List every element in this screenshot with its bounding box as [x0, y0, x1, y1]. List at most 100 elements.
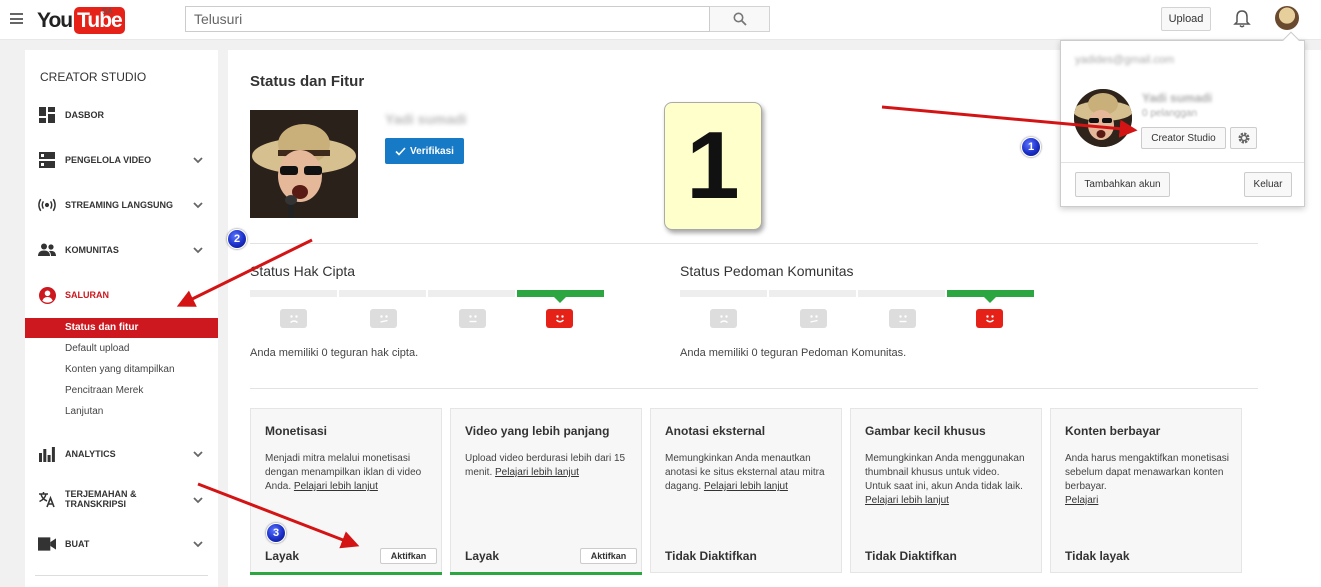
annotation-marker-1: 1: [1021, 137, 1041, 157]
verify-button[interactable]: Verifikasi: [385, 138, 464, 164]
sidebar-item-analytics[interactable]: ANALYTICS: [25, 443, 218, 465]
sidebar-item-dashboard[interactable]: DASBOR: [25, 104, 218, 126]
search-icon: [733, 12, 747, 26]
sidebar-item-label: STREAMING LANGSUNG: [65, 200, 173, 210]
sidebar-subitem-default-upload[interactable]: Default upload: [25, 339, 218, 359]
enable-button[interactable]: Aktifkan: [380, 548, 437, 564]
menu-icon[interactable]: [10, 13, 23, 24]
create-icon: [38, 536, 56, 552]
sidebar-subitem-advanced[interactable]: Lanjutan: [25, 402, 218, 422]
feature-card-custom-thumbnails: Gambar kecil khusus Memungkinkan Anda me…: [850, 408, 1042, 573]
section-divider: [250, 243, 1258, 244]
chevron-down-icon[interactable]: [192, 538, 204, 550]
sidebar-item-label: PENGELOLA VIDEO: [65, 155, 152, 165]
sidebar-item-translation[interactable]: TERJEMAHAN & TRANSKRIPSI: [25, 486, 218, 512]
search-button[interactable]: [710, 6, 770, 32]
feature-card-title: Video yang lebih panjang: [465, 424, 610, 438]
strike-segment: [250, 290, 337, 297]
neutral-face-icon: [459, 309, 486, 328]
channel-image[interactable]: [250, 110, 358, 218]
upload-button[interactable]: Upload: [1161, 7, 1211, 31]
enable-button[interactable]: Aktifkan: [580, 548, 637, 564]
good-standing-segment: [517, 290, 604, 297]
channel-name: Yadi sumadi: [385, 111, 467, 127]
sidebar-item-live-streaming[interactable]: STREAMING LANGSUNG: [25, 194, 218, 216]
learn-more-link[interactable]: Pelajari lebih lanjut: [865, 495, 949, 506]
channel-photo: [250, 110, 358, 218]
feature-card-paid-content: Konten berbayar Anda harus mengaktifkan …: [1050, 408, 1242, 573]
sidebar-subitem-featured-content[interactable]: Konten yang ditampilkan: [25, 360, 218, 380]
dashboard-icon: [38, 107, 56, 123]
add-account-button[interactable]: Tambahkan akun: [1075, 172, 1170, 197]
video-manager-icon: [38, 152, 56, 168]
sidebar-item-label: BUAT: [65, 539, 90, 549]
feature-card-title: Konten berbayar: [1065, 424, 1161, 438]
notifications-bell-icon[interactable]: [1233, 9, 1251, 32]
happy-face-icon: [546, 309, 573, 328]
learn-more-link[interactable]: Pelajari lebih lanjut: [294, 481, 378, 492]
live-streaming-icon: [38, 197, 56, 213]
feature-card-title: Gambar kecil khusus: [865, 424, 986, 438]
creator-studio-sidebar: CREATOR STUDIO DASBOR PENGELOLA VIDEO ST…: [25, 50, 218, 587]
logout-button[interactable]: Keluar: [1244, 172, 1292, 197]
feature-desc-text: Untuk saat ini, akun Anda tidak laik.: [865, 481, 1023, 492]
feature-card-desc: Memungkinkan Anda menautkan anotasi ke s…: [665, 452, 833, 494]
feature-card-status: Tidak layak: [1065, 549, 1130, 563]
strike-segment: [680, 290, 767, 297]
subscriber-count: 0 pelanggan: [1142, 108, 1198, 119]
sidebar-item-video-manager[interactable]: PENGELOLA VIDEO: [25, 149, 218, 171]
status-indicator-notch: [984, 297, 996, 303]
feature-card-desc: Menjadi mitra melalui monetisasi dengan …: [265, 452, 433, 494]
status-indicator-notch: [554, 297, 566, 303]
channel-icon: [38, 286, 56, 304]
chevron-down-icon[interactable]: [192, 448, 204, 460]
sidebar-item-channel[interactable]: SALURAN: [25, 284, 218, 306]
chevron-down-icon[interactable]: [192, 199, 204, 211]
community-status-desc: Anda memiliki 0 teguran Pedoman Komunita…: [680, 347, 907, 359]
search-input[interactable]: Telusuri: [185, 6, 710, 32]
feature-card-desc: Upload video berdurasi lebih dari 15 men…: [465, 452, 633, 480]
eligible-indicator-line: [250, 572, 442, 575]
sidebar-subitem-branding[interactable]: Pencitraan Merek: [25, 381, 218, 401]
logo-you-text: You: [37, 8, 73, 32]
feature-card-desc: Anda harus mengaktifkan monetisasi sebel…: [1065, 452, 1233, 508]
sidebar-item-create[interactable]: BUAT: [25, 533, 218, 555]
section-divider: [250, 388, 1258, 389]
verify-label: Verifikasi: [410, 145, 454, 157]
sidebar-item-community[interactable]: KOMUNITAS: [25, 239, 218, 261]
settings-button[interactable]: [1230, 127, 1257, 149]
learn-more-link[interactable]: Pelajari: [1065, 495, 1098, 506]
unsure-face-icon: [370, 309, 397, 328]
gear-icon: [1238, 132, 1249, 144]
checkmark-icon: [395, 146, 406, 156]
feature-card-status: Tidak Diaktifkan: [665, 549, 757, 563]
sidebar-divider: [35, 575, 208, 576]
account-avatar[interactable]: [1275, 6, 1299, 30]
happy-face-icon: [976, 309, 1003, 328]
creator-studio-button[interactable]: Creator Studio: [1141, 127, 1226, 149]
sad-face-icon: [710, 309, 737, 328]
strike-segment: [428, 290, 515, 297]
learn-more-link[interactable]: Pelajari lebih lanjut: [495, 467, 579, 478]
account-photo[interactable]: [1074, 89, 1132, 147]
youtube-logo[interactable]: You Tube SA: [37, 7, 125, 34]
account-menu: yadides@gmail.com Yadi sumadi 0 pelangga…: [1060, 31, 1305, 207]
chevron-down-icon[interactable]: [192, 494, 204, 506]
region-label: SA: [102, 7, 113, 16]
sidebar-item-label: ANALYTICS: [65, 449, 116, 459]
feature-card-title: Anotasi eksternal: [665, 424, 766, 438]
chevron-down-icon[interactable]: [192, 154, 204, 166]
feature-card-status: Layak: [265, 549, 300, 563]
sidebar-item-label: DASBOR: [65, 110, 105, 120]
chevron-down-icon[interactable]: [192, 244, 204, 256]
unsure-face-icon: [800, 309, 827, 328]
feature-card-title: Monetisasi: [265, 424, 328, 438]
copyright-strike-bar: [250, 290, 604, 297]
sidebar-subitem-status-features[interactable]: Status dan fitur: [25, 318, 218, 338]
copyright-status-desc: Anda memiliki 0 teguran hak cipta.: [250, 347, 419, 359]
step-number-callout: 1: [664, 102, 762, 230]
eligible-indicator-line: [450, 572, 642, 575]
account-email: yadides@gmail.com: [1075, 54, 1175, 66]
logo-tube-text: Tube: [74, 7, 125, 34]
learn-more-link[interactable]: Pelajari lebih lanjut: [704, 481, 788, 492]
